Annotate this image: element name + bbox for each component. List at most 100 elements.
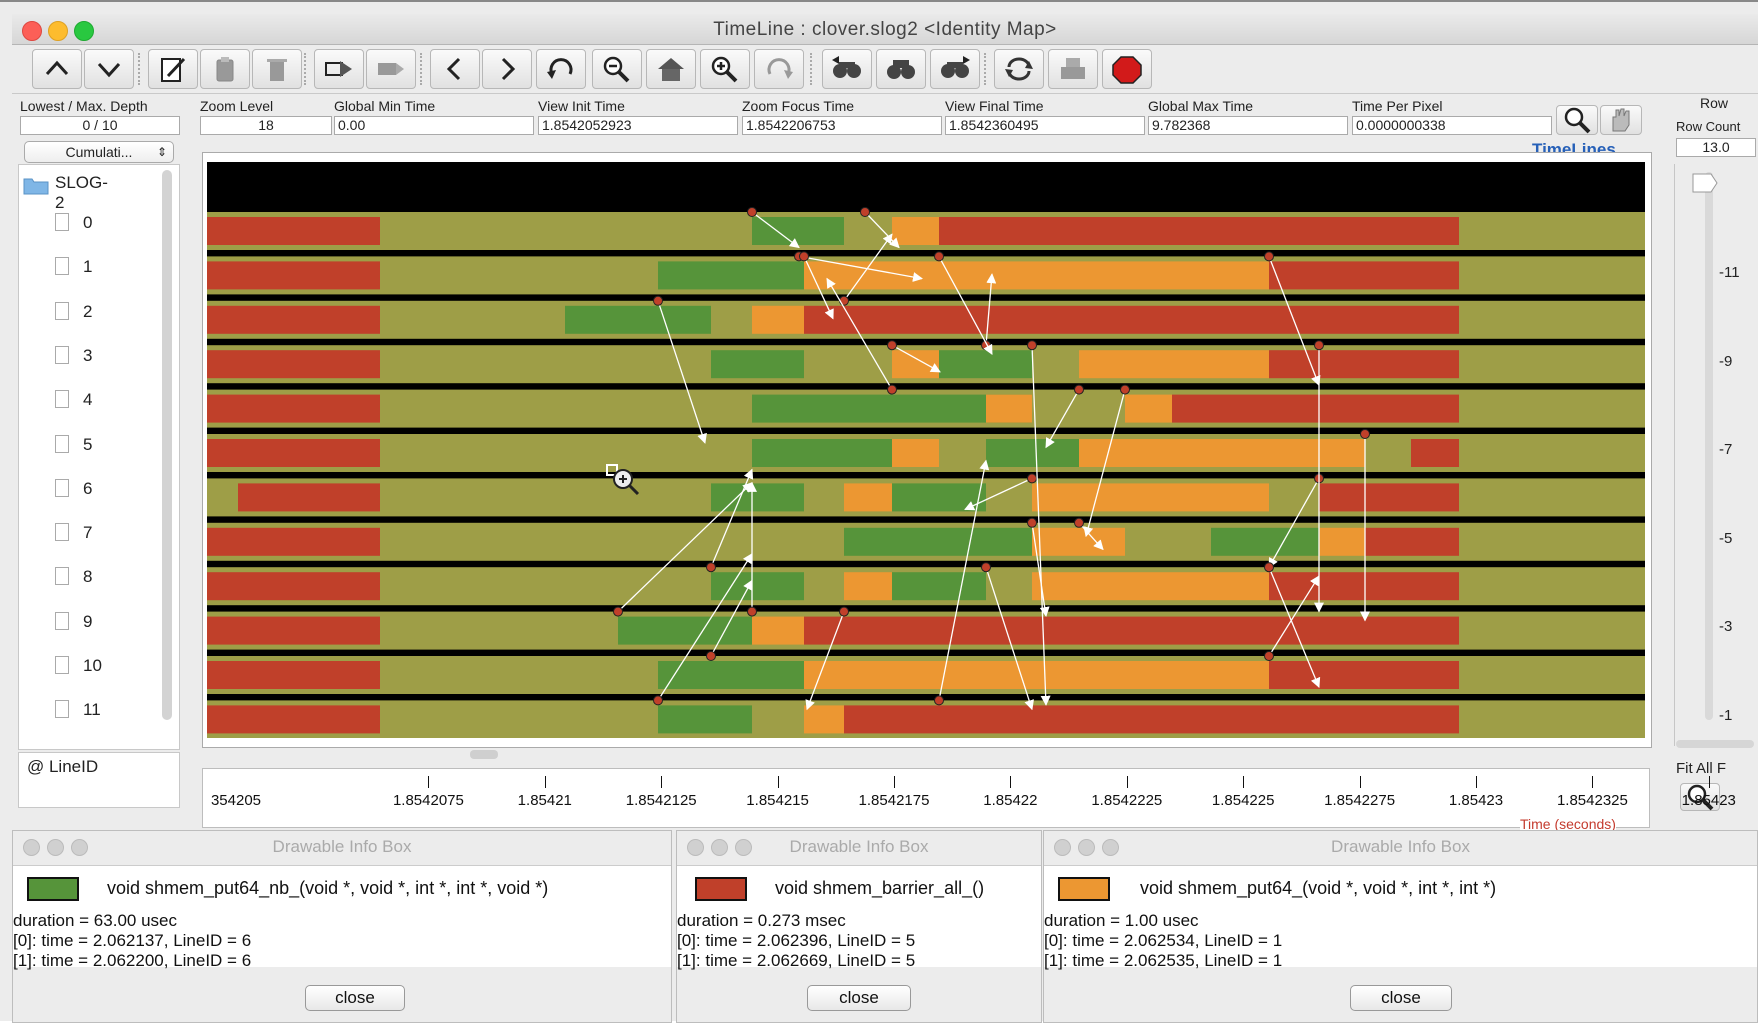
horizontal-scrollbar-thumb[interactable] xyxy=(470,750,498,759)
zoom-out-button[interactable] xyxy=(592,49,642,89)
zoom-in-button[interactable] xyxy=(700,49,750,89)
barrier-state[interactable] xyxy=(1411,439,1459,467)
depth-field[interactable]: 0 / 10 xyxy=(20,116,180,135)
tree-item-1[interactable]: 1 xyxy=(55,253,165,283)
message-origin-dot[interactable] xyxy=(653,695,663,706)
barrier-state[interactable] xyxy=(207,305,380,334)
message-origin-dot[interactable] xyxy=(1360,429,1370,439)
close-button[interactable]: close xyxy=(807,985,911,1011)
zoom-level-field[interactable]: 18 xyxy=(200,116,332,135)
put64-state[interactable] xyxy=(752,616,804,645)
export-button[interactable] xyxy=(314,49,364,89)
put64-state[interactable] xyxy=(986,394,1032,423)
print-button[interactable] xyxy=(1048,49,1098,89)
global-min-field[interactable]: 0.00 xyxy=(334,116,534,135)
put64-nb-state[interactable] xyxy=(565,305,711,334)
close-button[interactable]: close xyxy=(1350,985,1452,1011)
message-origin-dot[interactable] xyxy=(839,606,849,617)
row-slider-track[interactable] xyxy=(1705,172,1713,720)
undo-button[interactable] xyxy=(536,49,586,89)
forward-button[interactable] xyxy=(482,49,532,89)
cumulative-select[interactable]: Cumulati... ⇕ xyxy=(24,141,174,163)
barrier-state[interactable] xyxy=(1269,350,1459,379)
barrier-state[interactable] xyxy=(207,439,380,467)
put64-nb-state[interactable] xyxy=(892,572,986,601)
row-slider-thumb[interactable] xyxy=(1691,172,1719,194)
barrier-state[interactable] xyxy=(804,616,1459,645)
home-button[interactable] xyxy=(646,49,696,89)
put64-nb-state[interactable] xyxy=(986,439,1079,467)
put64-state[interactable] xyxy=(752,305,804,334)
view-init-field[interactable]: 1.8542052923 xyxy=(538,116,738,135)
put64-state[interactable] xyxy=(1079,350,1269,379)
tree-item-0[interactable]: 0 xyxy=(55,209,165,239)
time-per-pixel-field[interactable]: 0.0000000338 xyxy=(1352,116,1552,135)
put64-state[interactable] xyxy=(1032,572,1269,601)
barrier-state[interactable] xyxy=(1269,261,1459,290)
barrier-state[interactable] xyxy=(207,350,380,379)
tree-item-4[interactable]: 4 xyxy=(55,386,165,416)
barrier-state[interactable] xyxy=(207,394,380,423)
global-max-field[interactable]: 9.782368 xyxy=(1148,116,1348,135)
tree-item-3[interactable]: 3 xyxy=(55,342,165,372)
message-origin-dot[interactable] xyxy=(934,251,944,262)
put64-nb-state[interactable] xyxy=(1211,527,1319,556)
put64-state[interactable] xyxy=(1032,483,1269,512)
close-button[interactable]: close xyxy=(305,985,405,1011)
put64-nb-state[interactable] xyxy=(618,616,752,645)
barrier-state[interactable] xyxy=(1319,483,1459,512)
put64-nb-state[interactable] xyxy=(658,261,804,290)
message-origin-dot[interactable] xyxy=(1264,651,1274,661)
put64-nb-state[interactable] xyxy=(844,527,1032,556)
barrier-state[interactable] xyxy=(238,483,380,512)
message-origin-dot[interactable] xyxy=(1264,562,1274,573)
message-origin-dot[interactable] xyxy=(1074,517,1084,528)
put64-nb-state[interactable] xyxy=(892,483,986,512)
barrier-state[interactable] xyxy=(1172,394,1459,423)
put64-state[interactable] xyxy=(1319,527,1365,556)
tree-item-7[interactable]: 7 xyxy=(55,519,165,549)
message-origin-dot[interactable] xyxy=(747,207,757,217)
tree-item-9[interactable]: 9 xyxy=(55,608,165,638)
tree-item-10[interactable]: 10 xyxy=(55,652,165,682)
tree-item-2[interactable]: 2 xyxy=(55,298,165,328)
row-count-field[interactable]: 13.0 xyxy=(1676,138,1756,157)
fit-all-button[interactable]: Fit All F xyxy=(1676,760,1726,777)
tree-item-8[interactable]: 8 xyxy=(55,563,165,593)
put64-state[interactable] xyxy=(804,261,1269,290)
message-origin-dot[interactable] xyxy=(1074,384,1084,395)
back-button[interactable] xyxy=(430,49,480,89)
put64-state[interactable] xyxy=(804,705,844,734)
timeline-canvas[interactable] xyxy=(207,162,1645,738)
put64-state[interactable] xyxy=(1125,394,1172,423)
message-origin-dot[interactable] xyxy=(613,606,623,617)
stop-button[interactable] xyxy=(1102,49,1152,89)
tree-scrollbar[interactable] xyxy=(162,170,172,720)
barrier-state[interactable] xyxy=(804,305,1459,334)
zoom-mode-button[interactable] xyxy=(1556,105,1598,135)
message-origin-dot[interactable] xyxy=(860,207,870,217)
edit-button[interactable] xyxy=(148,49,198,89)
message-origin-dot[interactable] xyxy=(747,606,757,617)
search-button[interactable] xyxy=(876,49,926,89)
message-origin-dot[interactable] xyxy=(934,695,944,706)
put64-state[interactable] xyxy=(892,350,939,379)
message-origin-dot[interactable] xyxy=(839,295,849,306)
barrier-state[interactable] xyxy=(1269,661,1459,689)
message-origin-dot[interactable] xyxy=(887,384,897,395)
barrier-state[interactable] xyxy=(1365,527,1459,556)
tree-item-5[interactable]: 5 xyxy=(55,431,165,461)
put64-state[interactable] xyxy=(1032,527,1125,556)
hand-mode-button[interactable] xyxy=(1600,105,1642,135)
zoom-focus-field[interactable]: 1.8542206753 xyxy=(742,116,942,135)
put64-state[interactable] xyxy=(804,661,1269,689)
view-final-field[interactable]: 1.8542360495 xyxy=(945,116,1145,135)
put64-nb-state[interactable] xyxy=(752,217,844,245)
put64-nb-state[interactable] xyxy=(658,705,752,734)
message-origin-dot[interactable] xyxy=(1120,384,1130,395)
search-forward-button[interactable] xyxy=(930,49,980,89)
message-origin-dot[interactable] xyxy=(799,251,809,262)
put64-nb-state[interactable] xyxy=(711,483,804,512)
put64-state[interactable] xyxy=(844,572,892,601)
refresh-button[interactable] xyxy=(994,49,1044,89)
